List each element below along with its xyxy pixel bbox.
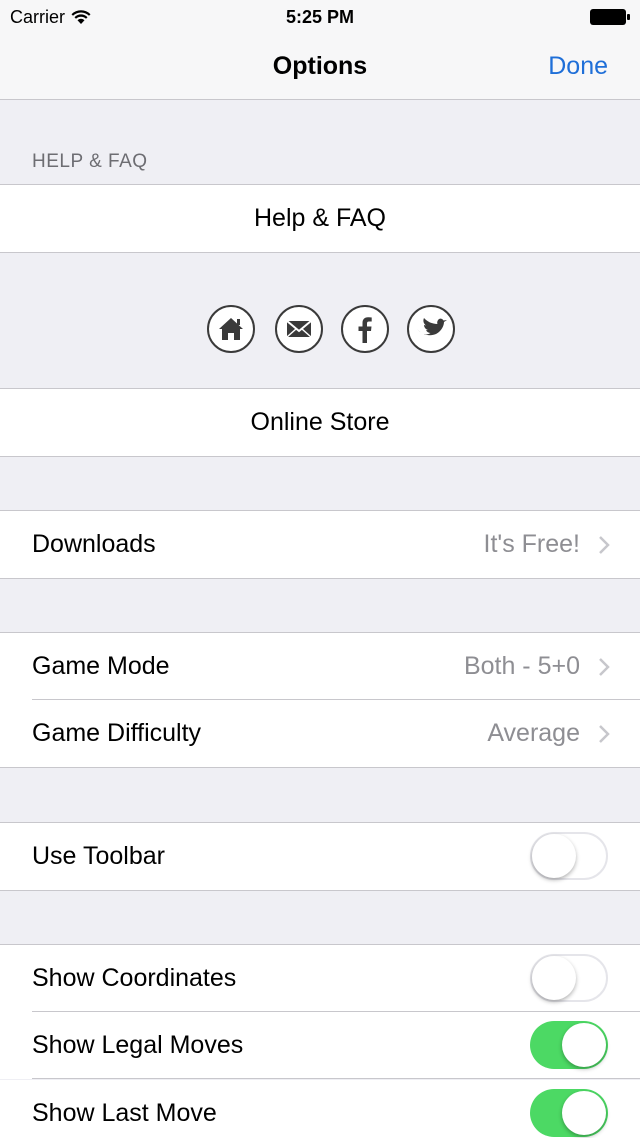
row-separator bbox=[32, 1078, 640, 1079]
status-bar: Carrier 5:25 PM bbox=[0, 0, 640, 40]
toggle-knob bbox=[532, 956, 576, 1000]
game-difficulty-cell[interactable]: Game Difficulty Average bbox=[0, 700, 640, 768]
show-coordinates-label: Show Coordinates bbox=[32, 964, 237, 992]
page-title: Options bbox=[272, 52, 368, 80]
show-coordinates-cell: Show Coordinates bbox=[0, 944, 640, 1012]
use-toolbar-cell: Use Toolbar bbox=[0, 822, 640, 891]
online-store-cell[interactable]: Online Store bbox=[0, 388, 640, 457]
show-coordinates-toggle[interactable] bbox=[530, 954, 608, 1002]
home-icon[interactable] bbox=[207, 305, 255, 353]
use-toolbar-toggle[interactable] bbox=[530, 832, 608, 880]
navigation-bar: Options Done bbox=[0, 40, 640, 100]
game-mode-cell[interactable]: Game Mode Both - 5+0 bbox=[0, 632, 640, 700]
facebook-icon[interactable] bbox=[341, 305, 389, 353]
section-header-help: HELP & FAQ bbox=[32, 151, 148, 172]
game-difficulty-label: Game Difficulty bbox=[32, 719, 202, 747]
help-faq-cell[interactable]: Help & FAQ bbox=[0, 184, 640, 253]
game-mode-label: Game Mode bbox=[32, 652, 170, 680]
help-faq-label: Help & FAQ bbox=[254, 204, 386, 232]
social-icons-row bbox=[0, 305, 640, 353]
battery-icon bbox=[590, 9, 630, 25]
done-button[interactable]: Done bbox=[548, 52, 608, 81]
show-legal-moves-label: Show Legal Moves bbox=[32, 1031, 244, 1059]
chevron-right-icon bbox=[599, 658, 610, 676]
show-last-move-cell: Show Last Move bbox=[0, 1080, 640, 1138]
downloads-cell[interactable]: Downloads It's Free! bbox=[0, 510, 640, 579]
use-toolbar-label: Use Toolbar bbox=[32, 842, 165, 870]
show-legal-moves-cell: Show Legal Moves bbox=[0, 1012, 640, 1079]
toggle-knob bbox=[532, 834, 576, 878]
downloads-detail: It's Free! bbox=[483, 530, 580, 558]
game-difficulty-value: Average bbox=[487, 719, 580, 747]
twitter-icon[interactable] bbox=[407, 305, 455, 353]
show-last-move-label: Show Last Move bbox=[32, 1099, 217, 1127]
show-legal-moves-toggle[interactable] bbox=[530, 1021, 608, 1069]
chevron-right-icon bbox=[599, 725, 610, 743]
mail-icon[interactable] bbox=[275, 305, 323, 353]
show-last-move-toggle[interactable] bbox=[530, 1089, 608, 1137]
game-mode-value: Both - 5+0 bbox=[463, 652, 580, 680]
status-time: 5:25 PM bbox=[285, 7, 355, 27]
toggle-knob bbox=[562, 1091, 606, 1135]
online-store-label: Online Store bbox=[250, 408, 390, 436]
downloads-label: Downloads bbox=[32, 530, 156, 558]
chevron-right-icon bbox=[599, 536, 610, 554]
toggle-knob bbox=[562, 1023, 606, 1067]
